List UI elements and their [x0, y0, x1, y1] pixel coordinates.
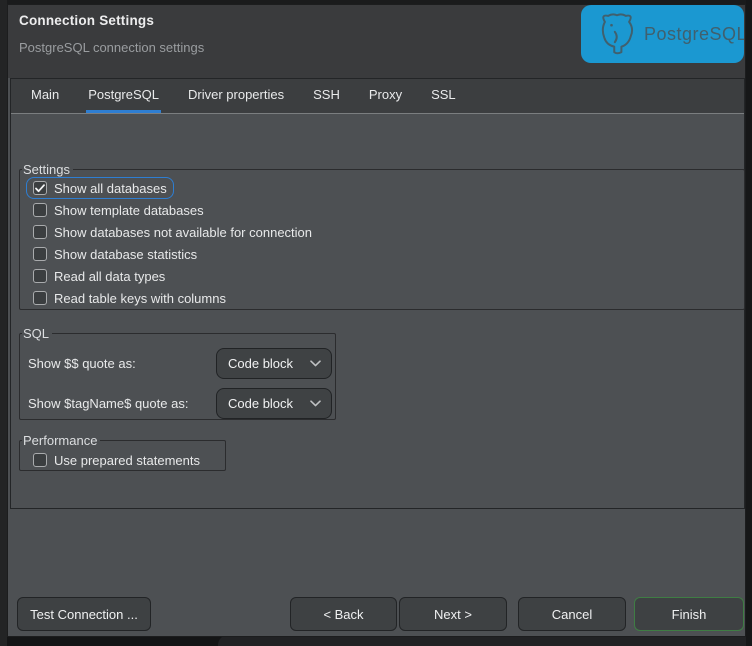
- dialog-title: Connection Settings: [19, 13, 154, 28]
- tagname-quote-select[interactable]: Code block: [216, 388, 332, 419]
- chevron-down-icon: [310, 400, 321, 407]
- tab-content: Settings Show all databases Show templat…: [11, 115, 744, 508]
- checkbox-row-read-all-data-types[interactable]: Read all data types: [26, 265, 172, 287]
- tab-proxy[interactable]: Proxy: [367, 79, 404, 113]
- checkbox-label: Read table keys with columns: [54, 291, 226, 306]
- checkbox-read-table-keys[interactable]: [33, 291, 47, 305]
- background-edge-left: [0, 0, 7, 646]
- cancel-button[interactable]: Cancel: [518, 597, 626, 631]
- sql-row-tagname-quote: Show $tagName$ quote as: Code block: [28, 387, 335, 419]
- checkbox-label: Show databases not available for connect…: [54, 225, 312, 240]
- tagname-quote-label: Show $tagName$ quote as:: [28, 396, 216, 411]
- test-connection-button[interactable]: Test Connection ...: [17, 597, 151, 631]
- check-icon: [35, 184, 45, 193]
- sql-group-label: SQL: [22, 326, 52, 341]
- checkbox-use-prepared-statements[interactable]: [33, 453, 47, 467]
- checkbox-show-all-databases[interactable]: [33, 181, 47, 195]
- tab-bar: Main PostgreSQL Driver properties SSH Pr…: [11, 79, 744, 114]
- tab-ssl[interactable]: SSL: [429, 79, 458, 113]
- checkbox-read-all-data-types[interactable]: [33, 269, 47, 283]
- postgresql-elephant-icon: [597, 12, 637, 56]
- tagname-quote-value: Code block: [228, 396, 293, 411]
- checkbox-show-databases-not-available[interactable]: [33, 225, 47, 239]
- sql-group: SQL Show $$ quote as: Code block Show $t…: [19, 326, 336, 420]
- checkbox-row-show-databases-not-available[interactable]: Show databases not available for connect…: [26, 221, 319, 243]
- tab-postgresql[interactable]: PostgreSQL: [86, 79, 161, 113]
- performance-group: Performance Use prepared statements: [19, 433, 226, 471]
- checkbox-row-read-table-keys[interactable]: Read table keys with columns: [26, 287, 233, 309]
- tab-ssh[interactable]: SSH: [311, 79, 342, 113]
- finish-button[interactable]: Finish: [634, 597, 744, 631]
- settings-group-label: Settings: [22, 162, 73, 177]
- checkbox-row-show-all-databases[interactable]: Show all databases: [26, 177, 174, 199]
- checkbox-label: Show all databases: [54, 181, 167, 196]
- sql-row-dollar-quote: Show $$ quote as: Code block: [28, 347, 335, 379]
- tab-panel: Main PostgreSQL Driver properties SSH Pr…: [10, 78, 745, 509]
- postgresql-logo-text: PostgreSQL: [644, 24, 744, 45]
- tab-main[interactable]: Main: [29, 79, 61, 113]
- checkbox-label: Read all data types: [54, 269, 165, 284]
- checkbox-label: Show database statistics: [54, 247, 197, 262]
- performance-group-label: Performance: [22, 433, 100, 448]
- back-button[interactable]: < Back: [290, 597, 397, 631]
- next-button[interactable]: Next >: [399, 597, 507, 631]
- dollar-quote-value: Code block: [228, 356, 293, 371]
- checkbox-row-show-database-statistics[interactable]: Show database statistics: [26, 243, 204, 265]
- checkbox-label: Show template databases: [54, 203, 204, 218]
- checkbox-row-use-prepared-statements[interactable]: Use prepared statements: [26, 449, 207, 471]
- connection-settings-dialog: Connection Settings PostgreSQL connectio…: [7, 4, 746, 637]
- dialog-subtitle: PostgreSQL connection settings: [19, 40, 204, 55]
- checkbox-show-database-statistics[interactable]: [33, 247, 47, 261]
- dollar-quote-select[interactable]: Code block: [216, 348, 332, 379]
- background-edge-right: [746, 0, 752, 646]
- checkbox-show-template-databases[interactable]: [33, 203, 47, 217]
- dialog-header: Connection Settings PostgreSQL connectio…: [8, 5, 745, 78]
- tab-driver-properties[interactable]: Driver properties: [186, 79, 286, 113]
- postgresql-logo-badge: PostgreSQL: [581, 5, 744, 63]
- checkbox-row-show-template-databases[interactable]: Show template databases: [26, 199, 211, 221]
- dollar-quote-label: Show $$ quote as:: [28, 356, 216, 371]
- chevron-down-icon: [310, 360, 321, 367]
- checkbox-label: Use prepared statements: [54, 453, 200, 468]
- settings-group: Settings Show all databases Show templat…: [19, 162, 745, 310]
